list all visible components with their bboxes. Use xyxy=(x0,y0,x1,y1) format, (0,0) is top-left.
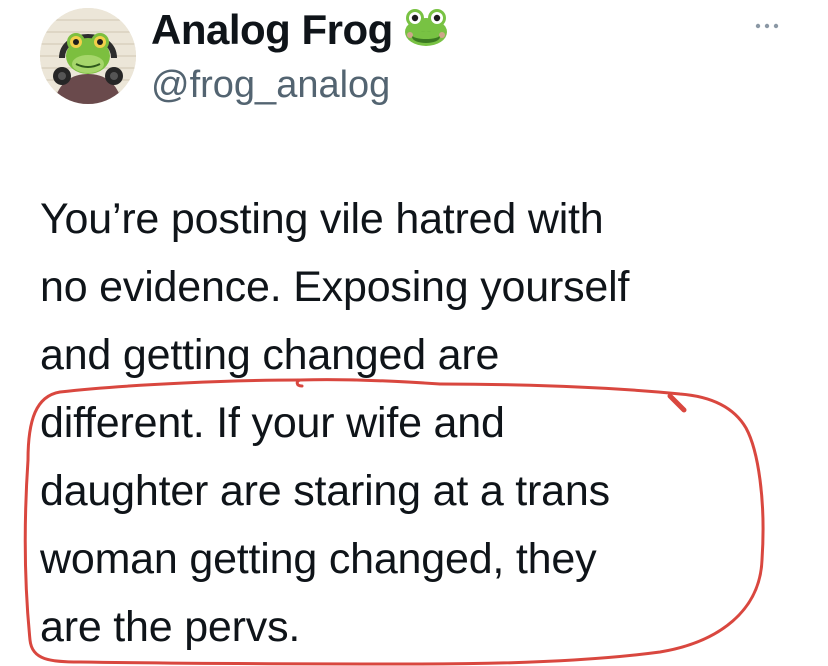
more-options-button[interactable] xyxy=(754,18,780,29)
display-name[interactable]: Analog Frog xyxy=(151,6,393,53)
tweet-text-line: and getting changed are xyxy=(40,331,500,379)
display-name-row[interactable]: Analog Frog xyxy=(151,6,449,58)
tweet-text-line: no evidence. Exposing yourself xyxy=(40,263,630,311)
tweet-text: You’re posting vile hatred with no evide… xyxy=(40,185,810,661)
tweet-text-line: different. If your wife and xyxy=(40,399,505,447)
frog-avatar-icon xyxy=(40,8,136,104)
avatar[interactable] xyxy=(40,8,136,104)
tweet-text-line: You’re posting vile hatred with xyxy=(40,195,604,243)
tweet-text-line: daughter are staring at a trans xyxy=(40,467,610,515)
more-options-icon xyxy=(755,23,779,29)
tweet-screenshot: Analog Frog @frog_analog You’re posting … xyxy=(0,0,828,666)
frog-face-emoji-icon xyxy=(403,8,449,58)
handle[interactable]: @frog_analog xyxy=(151,64,390,107)
tweet-text-line: are the pervs. xyxy=(40,603,301,651)
tweet-text-line: woman getting changed, they xyxy=(40,535,597,583)
